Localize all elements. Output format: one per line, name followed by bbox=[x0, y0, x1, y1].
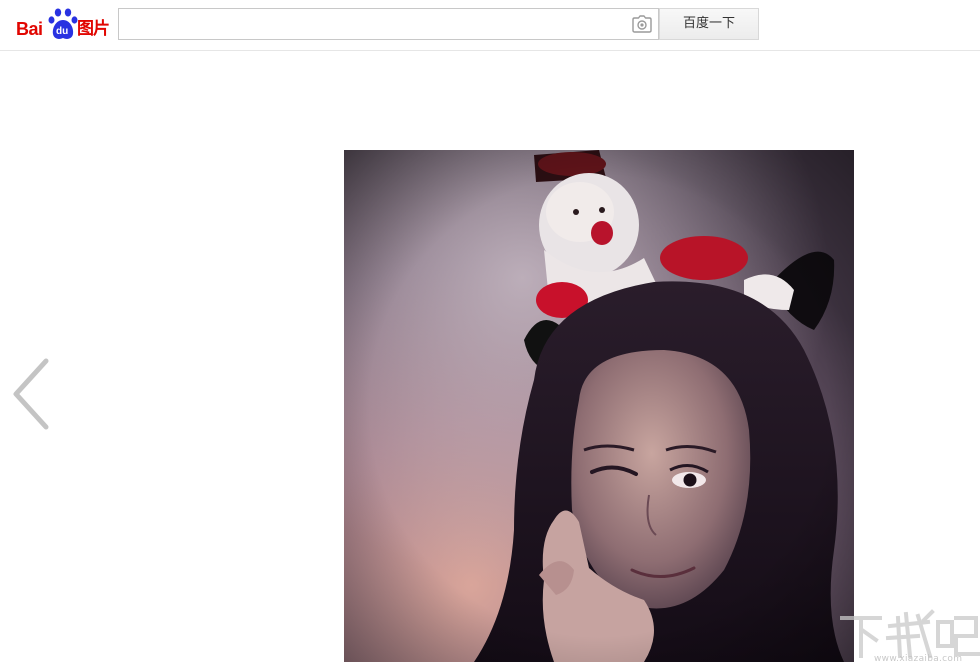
logo-text-tupian: 图片 bbox=[77, 19, 110, 39]
image-viewer-page: Bai du 图片 百度一下 www.xiazaiba.com bbox=[0, 0, 980, 671]
search-input[interactable] bbox=[119, 9, 624, 39]
watermark-logo bbox=[840, 609, 980, 659]
baidu-image-logo[interactable]: Bai du 图片 bbox=[14, 8, 114, 42]
top-bar: Bai du 图片 百度一下 bbox=[0, 0, 980, 51]
main-photo[interactable] bbox=[344, 150, 854, 662]
site-watermark: www.xiazaiba.com bbox=[838, 560, 980, 671]
watermark-url: www.xiazaiba.com bbox=[874, 654, 963, 664]
logo-text-bai: Bai bbox=[16, 19, 43, 39]
camera-icon[interactable] bbox=[632, 15, 652, 33]
photo-illustration bbox=[344, 150, 854, 662]
search-button[interactable]: 百度一下 bbox=[659, 8, 759, 40]
image-viewer bbox=[0, 51, 980, 671]
chevron-left-icon[interactable] bbox=[8, 357, 52, 431]
logo-text-du: du bbox=[56, 26, 69, 37]
search-box bbox=[118, 8, 659, 40]
